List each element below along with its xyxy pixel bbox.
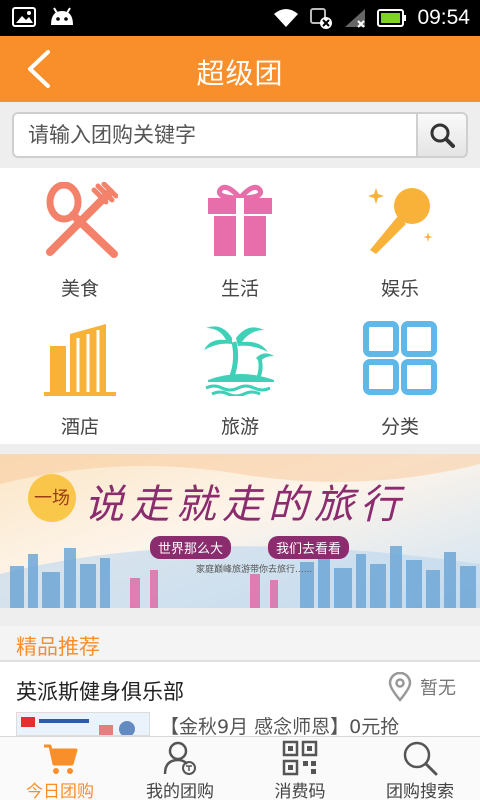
section-divider xyxy=(0,608,480,626)
signal-icon xyxy=(345,9,366,28)
location-pin-icon xyxy=(388,672,412,702)
tab-label: 团购搜索 xyxy=(386,782,454,800)
utensils-icon xyxy=(46,182,118,258)
deal-location: 暂无 xyxy=(388,672,456,702)
deal-description: 【金秋9月 感念师恩】0元抢 xyxy=(160,716,400,738)
user-icon xyxy=(163,741,196,775)
palm-island-icon xyxy=(204,326,274,396)
tab-my-deals[interactable]: 我的团购 xyxy=(120,737,240,800)
section-header-recommend: 精品推荐 xyxy=(0,626,480,662)
category-life[interactable]: 生活 xyxy=(160,168,320,306)
search-button[interactable] xyxy=(416,112,468,158)
tab-label: 消费码 xyxy=(274,782,326,800)
promo-banner[interactable]: 一场 说走就走的旅行 世界那么大 我们去看看 家庭巅峰旅游带你去旅行...... xyxy=(0,454,480,608)
category-travel[interactable]: 旅游 xyxy=(160,306,320,444)
category-label: 分类 xyxy=(380,416,419,438)
section-divider xyxy=(0,444,480,454)
wifi-icon xyxy=(274,9,299,27)
status-bar: 09:54 xyxy=(0,0,480,36)
tab-today-deals[interactable]: 今日团购 xyxy=(0,737,120,800)
microphone-icon xyxy=(368,188,433,254)
search-input[interactable] xyxy=(12,112,418,158)
search-icon xyxy=(430,123,455,148)
banner-subline: 家庭巅峰旅游带你去旅行...... xyxy=(196,565,313,575)
banner-badge: 一场 xyxy=(34,488,70,509)
tab-label: 今日团购 xyxy=(26,782,94,800)
tab-deal-search[interactable]: 团购搜索 xyxy=(360,737,480,800)
section-title: 精品推荐 xyxy=(16,635,100,659)
status-time: 09:54 xyxy=(417,6,470,29)
category-label: 生活 xyxy=(220,278,259,300)
category-label: 酒店 xyxy=(60,416,99,438)
deal-location-text: 暂无 xyxy=(420,678,456,699)
banner-tagline-left: 世界那么大 xyxy=(150,536,232,559)
building-icon xyxy=(44,324,116,396)
category-label: 娱乐 xyxy=(380,278,419,300)
category-grid: 美食 生活 娱乐 酒店 旅游 分类 xyxy=(0,168,480,444)
sync-off-icon xyxy=(310,8,333,29)
tab-consume-code[interactable]: 消费码 xyxy=(240,737,360,800)
qr-code-icon xyxy=(282,740,318,776)
banner-tagline-right: 我们去看看 xyxy=(268,536,350,559)
search-icon xyxy=(403,741,438,776)
deal-name: 英派斯健身俱乐部 xyxy=(16,680,184,704)
category-label: 美食 xyxy=(60,278,99,300)
page-title: 超级团 xyxy=(196,57,284,90)
deal-item[interactable]: 英派斯健身俱乐部 暂无 【金秋9月 感念师恩】0元抢 xyxy=(0,662,480,738)
deal-thumbnail xyxy=(16,712,150,736)
tab-label: 我的团购 xyxy=(146,782,214,800)
category-food[interactable]: 美食 xyxy=(0,168,160,306)
bottom-tab-bar: 今日团购 我的团购 消费码 团购搜索 xyxy=(0,736,480,800)
gift-icon xyxy=(208,184,272,256)
status-left-icons xyxy=(12,7,76,27)
category-classify[interactable]: 分类 xyxy=(320,306,480,444)
app-header: 超级团 xyxy=(0,36,480,102)
banner-headline: 说走就走的旅行 xyxy=(84,482,406,528)
status-right-icons: 09:54 xyxy=(273,4,470,32)
battery-icon xyxy=(377,9,407,27)
grid-icon xyxy=(363,321,437,395)
cart-icon xyxy=(44,744,78,774)
category-entertainment[interactable]: 娱乐 xyxy=(320,168,480,306)
image-icon xyxy=(12,7,36,27)
search-bar xyxy=(0,102,480,168)
category-hotel[interactable]: 酒店 xyxy=(0,306,160,444)
android-icon xyxy=(51,7,73,25)
category-label: 旅游 xyxy=(220,416,259,438)
